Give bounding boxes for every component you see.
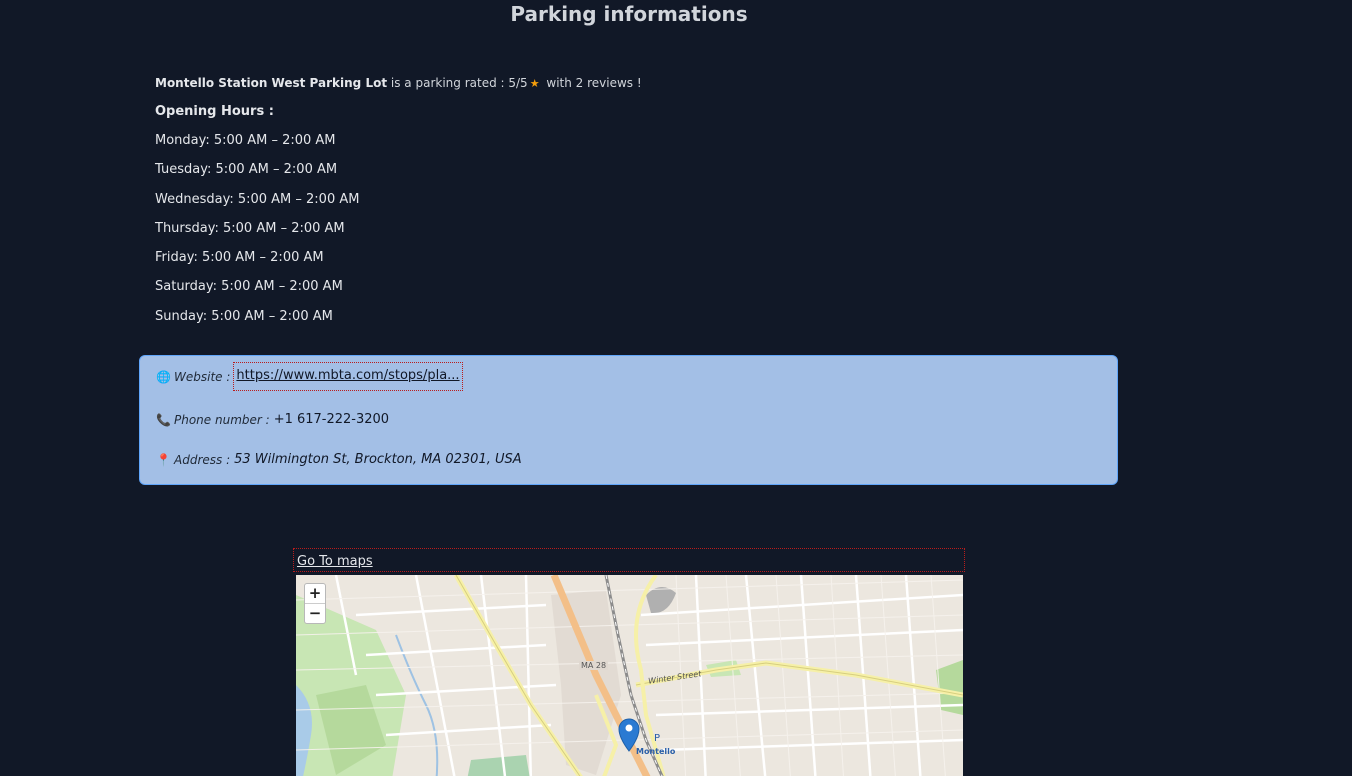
pin-icon: 📍 bbox=[156, 452, 171, 467]
map-route-label: MA 28 bbox=[579, 661, 609, 670]
hours-item: Tuesday: 5:00 AM – 2:00 AM bbox=[155, 162, 338, 178]
zoom-in-button[interactable]: + bbox=[305, 584, 325, 604]
contact-info-box: 🌐 Website : https://www.mbta.com/stops/p… bbox=[139, 355, 1118, 485]
website-link[interactable]: https://www.mbta.com/stops/pla... bbox=[233, 362, 463, 391]
reviews-text: with 2 reviews ! bbox=[546, 76, 642, 90]
address-label: Address : bbox=[174, 452, 231, 467]
hours-item: Monday: 5:00 AM – 2:00 AM bbox=[155, 133, 336, 148]
phone-row: 📞 Phone number : +1 617-222-3200 bbox=[156, 412, 389, 427]
opening-hours-list: Monday: 5:00 AM – 2:00 AM Tuesday: 5:00 … bbox=[155, 133, 359, 338]
website-label: Website : bbox=[174, 369, 231, 384]
hours-item: Sunday: 5:00 AM – 2:00 AM bbox=[155, 308, 333, 324]
website-row: 🌐 Website : https://www.mbta.com/stops/p… bbox=[156, 362, 463, 391]
phone-icon: 📞 bbox=[156, 412, 171, 427]
hours-item: Wednesday: 5:00 AM – 2:00 AM bbox=[155, 191, 360, 207]
phone-value: +1 617-222-3200 bbox=[273, 412, 390, 427]
phone-label: Phone number : bbox=[174, 412, 270, 427]
address-value: 53 Wilmington St, Brockton, MA 02301, US… bbox=[234, 452, 522, 467]
zoom-control: + − bbox=[304, 583, 326, 624]
hours-item: Saturday: 5:00 AM – 2:00 AM bbox=[155, 279, 343, 295]
map-view[interactable]: + − Winter Street Montello MA 28 P bbox=[296, 575, 963, 776]
star-icon: ★ bbox=[529, 77, 540, 90]
page: Parking informations Montello Station We… bbox=[0, 0, 1352, 776]
opening-hours-title: Opening Hours : bbox=[155, 104, 274, 119]
hours-item: Friday: 5:00 AM – 2:00 AM bbox=[155, 250, 324, 266]
map-tiles bbox=[296, 575, 963, 776]
map-place-label: Montello bbox=[636, 747, 676, 756]
map-parking-label: P bbox=[654, 733, 661, 744]
globe-icon: 🌐 bbox=[156, 369, 171, 384]
maps-link-container: Go To maps bbox=[293, 548, 965, 572]
map-section: Go To maps + − Winter Street Montello MA… bbox=[293, 548, 965, 776]
hours-item: Thursday: 5:00 AM – 2:00 AM bbox=[155, 220, 345, 236]
page-title: Parking informations bbox=[510, 2, 748, 26]
parking-name: Montello Station West Parking Lot bbox=[155, 76, 388, 90]
go-to-maps-link[interactable]: Go To maps bbox=[297, 554, 373, 569]
zoom-out-button[interactable]: − bbox=[305, 604, 325, 623]
rating-text: is a parking rated : 5/5 bbox=[390, 76, 528, 90]
address-row: 📍 Address : 53 Wilmington St, Brockton, … bbox=[156, 452, 522, 467]
rating-summary: Montello Station West Parking Lot is a p… bbox=[155, 76, 642, 90]
